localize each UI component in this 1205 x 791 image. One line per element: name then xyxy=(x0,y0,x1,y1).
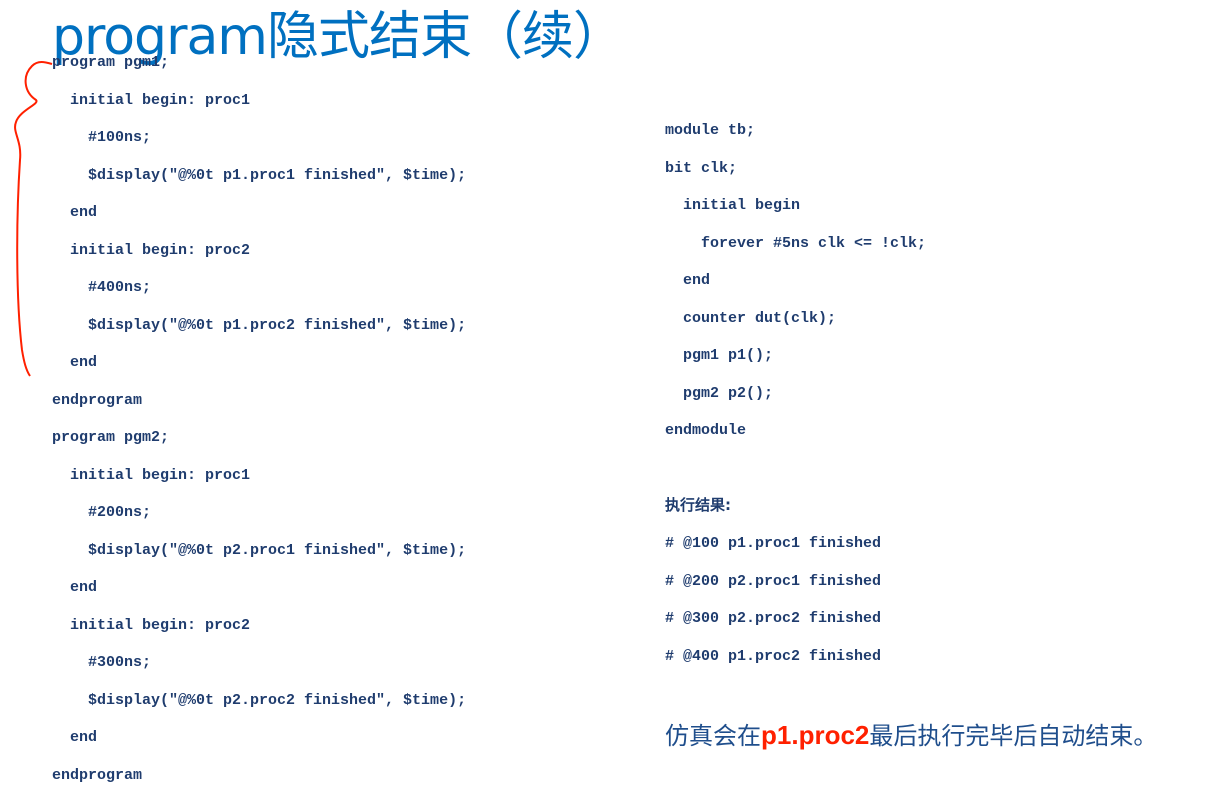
code-line: $display("@%0t p2.proc1 finished", $time… xyxy=(52,541,467,559)
red-brace-annotation xyxy=(14,61,53,377)
code-line: $display("@%0t p1.proc1 finished", $time… xyxy=(52,166,467,184)
code-line: module tb; xyxy=(665,122,756,139)
result-line: # @400 p1.proc2 finished xyxy=(665,647,882,665)
results-block: # @100 p1.proc1 finished # @200 p2.proc1… xyxy=(665,534,881,667)
code-line: $display("@%0t p2.proc2 finished", $time… xyxy=(52,691,467,709)
result-line: # @200 p2.proc1 finished xyxy=(665,572,882,590)
result-line: # @300 p2.proc2 finished xyxy=(665,610,882,627)
code-line: pgm1 p1(); xyxy=(665,347,774,364)
conclusion-suffix: 最后执行完毕后自动结束。 xyxy=(869,722,1158,750)
code-line: forever #5ns clk <= !clk; xyxy=(665,234,927,252)
code-line: $display("@%0t p1.proc2 finished", $time… xyxy=(52,316,467,334)
code-line: bit clk; xyxy=(665,159,738,177)
code-line: endprogram xyxy=(52,391,143,409)
code-line: initial begin: proc1 xyxy=(52,91,251,109)
program-code-block: program pgm1; initial begin: proc1 #100n… xyxy=(52,53,466,786)
code-line: end xyxy=(52,729,98,746)
code-line: program pgm2; xyxy=(52,429,170,446)
code-line: #100ns; xyxy=(52,129,152,146)
code-line: end xyxy=(665,272,711,289)
code-line: program pgm1; xyxy=(52,54,170,71)
code-line: initial begin xyxy=(665,197,801,214)
code-line: #300ns; xyxy=(52,654,152,671)
conclusion-highlight: p1.proc2 xyxy=(761,720,870,750)
code-line: initial begin: proc2 xyxy=(52,616,251,634)
code-line: #400ns; xyxy=(52,279,152,296)
code-line: end xyxy=(52,204,98,221)
code-line: pgm2 p2(); xyxy=(665,384,774,402)
result-line: # @100 p1.proc1 finished xyxy=(665,535,882,552)
module-code-block: module tb; bit clk; initial begin foreve… xyxy=(665,121,926,441)
results-heading: 执行结果: xyxy=(665,496,731,514)
conclusion-prefix: 仿真会在 xyxy=(665,722,761,750)
code-line: endmodule xyxy=(665,422,747,439)
code-line: endprogram xyxy=(52,766,143,784)
code-line: initial begin: proc2 xyxy=(52,241,251,259)
conclusion-text: 仿真会在p1.proc2最后执行完毕后自动结束。 xyxy=(665,716,1157,751)
code-line: initial begin: proc1 xyxy=(52,466,251,484)
code-line: end xyxy=(52,354,98,371)
code-line: #200ns; xyxy=(52,504,152,521)
code-line: end xyxy=(52,579,98,596)
code-line: counter dut(clk); xyxy=(665,309,837,327)
